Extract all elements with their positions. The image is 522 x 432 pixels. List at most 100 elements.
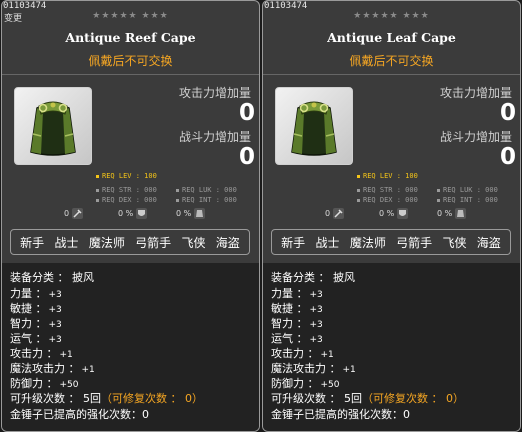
- divider: [263, 74, 520, 75]
- req-dot: [437, 198, 440, 202]
- req-dex-text: REQ DEX : 000: [363, 196, 418, 204]
- detail-label: 攻击力 ：: [10, 347, 58, 360]
- item-tooltip-right: 01103474 ★★★★★ ★★★ Antique Leaf Cape 佩戴后…: [262, 0, 521, 432]
- detail-category: 装备分类 ： 披风: [10, 269, 94, 285]
- attack-increase-label: 攻击力增加量: [439, 86, 512, 100]
- detail-category: 装备分类 ： 披风: [271, 269, 355, 285]
- sword-icon: [333, 208, 345, 219]
- detail-label: 防御力 ：: [271, 377, 319, 390]
- detail-value: +1: [320, 350, 334, 360]
- detail-label: 敏捷 ：: [10, 302, 47, 315]
- detail-value: +50: [59, 380, 79, 390]
- detail-label: 智力 ：: [10, 317, 47, 330]
- req-level: REQ LEV : 100: [96, 172, 157, 180]
- req-dot: [357, 174, 360, 178]
- cape-icon: [30, 101, 76, 156]
- rate-sword-value: 0: [64, 209, 70, 218]
- detail-label: 防御力 ：: [10, 377, 58, 390]
- shield-icon: [397, 208, 409, 219]
- star-rating: ★★★★★ ★★★: [353, 11, 430, 21]
- detail-label: 敏捷 ：: [271, 302, 308, 315]
- detail-value: +3: [48, 305, 62, 315]
- req-level: REQ LEV : 100: [357, 172, 418, 180]
- detail-upgrades: 可升级次数 ： 5回（可修复次数 ： 0）: [271, 390, 464, 406]
- detail-value: +3: [48, 320, 62, 330]
- detail-label: 力量 ：: [271, 287, 308, 300]
- rate-shield-value: 0 %: [118, 209, 134, 218]
- job-pirate: 海盗: [476, 235, 501, 250]
- req-luk-text: REQ LUK : 000: [182, 186, 237, 194]
- req-dot: [357, 188, 360, 192]
- item-id: 01103474: [3, 1, 47, 11]
- detail-label: 智力 ：: [271, 317, 308, 330]
- detail-hammer: 金锤子已提高的强化次数：0: [10, 408, 149, 421]
- trade-restriction: 佩戴后不可交换: [349, 54, 434, 68]
- detail-label: 力量 ：: [10, 287, 47, 300]
- req-luk-text: REQ LUK : 000: [443, 186, 498, 194]
- trade-restriction: 佩戴后不可交换: [88, 54, 173, 68]
- combat-power-value: 0: [238, 144, 255, 170]
- rate-sword: 0: [325, 208, 345, 224]
- rate-armor-value: 0 %: [437, 209, 453, 218]
- job-warrior: 战士: [315, 235, 340, 250]
- detail-label: 装备分类 ：: [10, 271, 69, 284]
- detail-luk: 运气 ： +3: [10, 330, 62, 346]
- detail-value: +3: [309, 320, 323, 330]
- detail-value: +3: [309, 305, 323, 315]
- detail-value: +1: [81, 365, 95, 375]
- detail-label: 魔法攻击力 ：: [271, 362, 341, 375]
- detail-upgrades: 可升级次数 ： 5回（可修复次数 ： 0）: [10, 390, 203, 406]
- detail-label: 可升级次数 ： 5回: [271, 392, 362, 405]
- detail-int: 智力 ： +3: [271, 315, 323, 331]
- detail-dex: 敏捷 ： +3: [271, 300, 323, 316]
- combat-power-value: 0: [499, 144, 516, 170]
- req-dot: [357, 198, 360, 202]
- req-int: REQ INT : 000: [437, 196, 498, 204]
- job-requirements: 新手 战士 魔法师 弓箭手 飞侠 海盗: [271, 229, 511, 255]
- rate-sword: 0: [64, 208, 84, 224]
- job-thief: 飞侠: [442, 235, 467, 250]
- job-magician: 魔法师: [88, 235, 125, 250]
- job-beginner: 新手: [281, 235, 306, 250]
- detail-attack: 攻击力 ： +1: [271, 345, 334, 361]
- detail-magic-attack: 魔法攻击力 ： +1: [271, 360, 356, 376]
- combat-power-label: 战斗力增加量: [178, 130, 251, 144]
- detail-int: 智力 ： +3: [10, 315, 62, 331]
- rate-shield: 0 %: [118, 208, 148, 224]
- rate-armor-value: 0 %: [176, 209, 192, 218]
- req-str-text: REQ STR : 000: [363, 186, 418, 194]
- req-str: REQ STR : 000: [357, 186, 418, 194]
- job-warrior: 战士: [54, 235, 79, 250]
- detail-dex: 敏捷 ： +3: [10, 300, 62, 316]
- req-str: REQ STR : 000: [96, 186, 157, 194]
- detail-value: 披风: [333, 271, 355, 284]
- cape-icon: [291, 101, 337, 156]
- armor-icon: [455, 208, 467, 219]
- shield-icon: [136, 208, 148, 219]
- detail-attack: 攻击力 ： +1: [10, 345, 73, 361]
- detail-label: 运气 ：: [10, 332, 47, 345]
- detail-label: 装备分类 ：: [271, 271, 330, 284]
- req-str-text: REQ STR : 000: [102, 186, 157, 194]
- job-magician: 魔法师: [349, 235, 386, 250]
- detail-label: 攻击力 ：: [271, 347, 319, 360]
- item-icon-frame: [275, 87, 353, 165]
- detail-value: +50: [320, 380, 340, 390]
- detail-value: （可修复次数 ： 0）: [101, 392, 203, 405]
- req-dot: [176, 198, 179, 202]
- detail-label: 可升级次数 ： 5回: [10, 392, 101, 405]
- detail-value: +3: [48, 335, 62, 345]
- req-dex-text: REQ DEX : 000: [102, 196, 157, 204]
- item-tooltip-left: 01103474 变更 ★★★★★ ★★★ Antique Reef Cape …: [1, 0, 260, 432]
- star-rating: ★★★★★ ★★★: [92, 11, 169, 21]
- rate-sword-value: 0: [325, 209, 331, 218]
- detail-str: 力量 ： +3: [10, 285, 62, 301]
- detail-magic-attack: 魔法攻击力 ： +1: [10, 360, 95, 376]
- attack-increase-label: 攻击力增加量: [178, 86, 251, 100]
- req-int-text: REQ INT : 000: [443, 196, 498, 204]
- attack-increase-value: 0: [499, 100, 516, 126]
- req-dot: [437, 188, 440, 192]
- detail-label: 运气 ：: [271, 332, 308, 345]
- rate-shield-value: 0 %: [379, 209, 395, 218]
- rate-armor: 0 %: [437, 208, 467, 224]
